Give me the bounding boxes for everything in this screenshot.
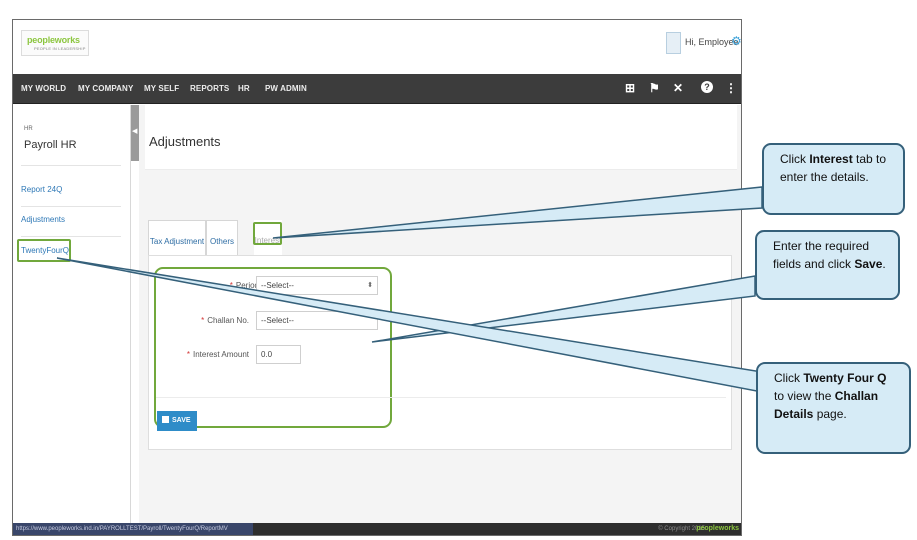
gear-icon[interactable]: ⚙: [731, 35, 741, 47]
sidebar-title: Payroll HR: [24, 139, 77, 151]
save-icon: [162, 416, 169, 423]
challan-label: * Challan No.: [159, 316, 249, 325]
callout-bold-text: Interest: [809, 152, 853, 166]
tools-icon[interactable]: ✕: [673, 81, 683, 95]
required-star: *: [201, 316, 205, 325]
form-divider: [156, 397, 726, 398]
sidebar-link-adjustments[interactable]: Adjustments: [21, 215, 65, 224]
tab-label: Tax Adjustment: [149, 237, 205, 246]
interest-tab-highlight: [253, 222, 282, 245]
logo-tagline: PEOPLE IN LEADERSHIP: [34, 46, 86, 51]
nav-item-my-company[interactable]: MY COMPANY: [78, 84, 133, 93]
tab-others[interactable]: Others: [206, 220, 238, 256]
tab-label: Others: [209, 237, 234, 246]
callout-text: .: [882, 257, 886, 271]
save-callout: Enter the required fields and click Save…: [755, 230, 900, 300]
sidebar-collapse-handle[interactable]: ◀: [131, 105, 139, 161]
select-caret-icon: ⬍: [367, 282, 373, 289]
main-nav: MY WORLD MY COMPANY MY SELF REPORTS HR P…: [13, 74, 741, 104]
share-icon[interactable]: ⋮: [725, 81, 737, 95]
interest-form: * Period --Select-- ⬍ * Challan No. --Selec…: [148, 255, 732, 450]
interest-amount-label: * Interest Amount: [159, 350, 249, 359]
chevron-left-icon: ◀: [132, 128, 138, 135]
nav-item-my-self[interactable]: MY SELF: [144, 84, 179, 93]
logo-text: peopleworks: [27, 35, 80, 45]
main-content: Adjustments * Required Fields Tax Adjust…: [139, 105, 741, 535]
nav-item-my-world[interactable]: MY WORLD: [21, 84, 66, 93]
flag-icon[interactable]: ⚑: [649, 81, 660, 95]
twentyfourq-highlight: [17, 239, 71, 262]
interest-amount-value: 0.0: [261, 350, 273, 359]
required-star: *: [186, 350, 190, 359]
nav-item-pw-admin[interactable]: PW ADMIN: [265, 84, 307, 93]
nav-item-reports[interactable]: REPORTS: [190, 84, 229, 93]
interest-callout: Click Interest tab to enter the details.: [762, 143, 905, 215]
callout-text: Click: [780, 152, 810, 166]
interest-amount-label-text: Interest Amount: [192, 350, 249, 359]
interest-amount-input[interactable]: 0.0: [256, 345, 301, 364]
period-select[interactable]: --Select-- ⬍: [256, 276, 378, 295]
sidebar-section-label: HR: [24, 126, 33, 132]
nav-item-hr[interactable]: HR: [238, 84, 250, 93]
footer-logo: peopleworks: [696, 525, 739, 532]
save-button-label: SAVE: [172, 417, 191, 424]
challan-label-text: Challan No.: [207, 316, 249, 325]
sidebar-link-report-24q[interactable]: Report 24Q: [21, 185, 62, 194]
challan-no-select[interactable]: --Select--: [256, 311, 378, 330]
sidebar-divider: [21, 165, 121, 166]
sidebar-divider: [21, 236, 121, 237]
peopleworks-logo[interactable]: peopleworks PEOPLE IN LEADERSHIP: [21, 30, 89, 56]
help-icon[interactable]: ?: [701, 81, 713, 93]
tutorial-screenshot: peopleworks PEOPLE IN LEADERSHIP Hi, Emp…: [0, 0, 917, 540]
callout-bold-text: Twenty Four Q: [803, 371, 887, 385]
save-button[interactable]: SAVE: [157, 411, 197, 431]
sidebar-divider: [21, 206, 121, 207]
callout-text: Click: [774, 371, 804, 385]
period-select-value: --Select--: [261, 281, 294, 290]
page-footer: © Copyright 2015 peopleworks: [253, 523, 741, 535]
top-bar: peopleworks PEOPLE IN LEADERSHIP Hi, Emp…: [13, 20, 741, 72]
period-label: * Period: [169, 281, 259, 290]
challan-select-value: --Select--: [261, 316, 294, 325]
page-header: Adjustments: [145, 105, 737, 170]
required-star: *: [683, 200, 686, 207]
sidebar: HR Payroll HR Report 24Q Adjustments Twe…: [13, 105, 131, 535]
callout-text: page.: [813, 407, 847, 421]
required-fields-note: Required Fields: [691, 200, 734, 206]
status-bar-url: https://www.peopleworks.ind.in/PAYROLLTE…: [13, 523, 253, 535]
tab-tax-adjustment[interactable]: Tax Adjustment: [148, 220, 206, 256]
user-avatar-icon[interactable]: [666, 32, 681, 54]
browser-window: peopleworks PEOPLE IN LEADERSHIP Hi, Emp…: [12, 19, 742, 536]
callout-text: to view the: [774, 389, 835, 403]
page-title: Adjustments: [149, 134, 221, 149]
required-star: *: [229, 281, 233, 290]
twentyfour-callout: Click Twenty Four Q to view the Challan …: [756, 362, 911, 454]
book-icon[interactable]: ⊞: [625, 81, 635, 95]
callout-bold-text: Save: [854, 257, 883, 271]
